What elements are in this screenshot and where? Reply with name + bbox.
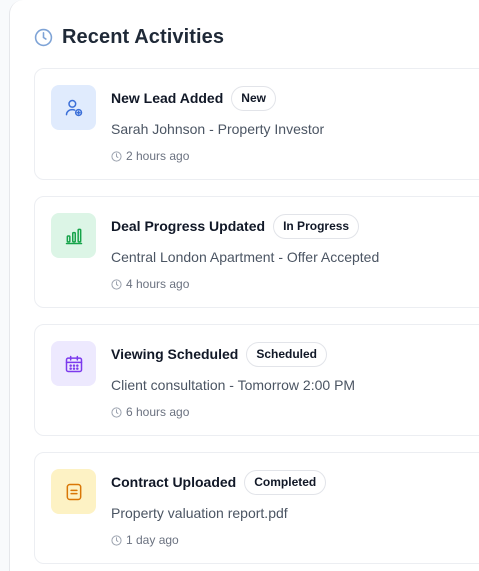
activity-icon-box (51, 213, 96, 258)
activity-description: Sarah Johnson - Property Investor (111, 121, 325, 137)
status-badge: Scheduled (246, 341, 328, 367)
bar-chart-icon (65, 228, 82, 244)
panel-header: Recent Activities (34, 26, 224, 49)
activity-card-new-lead[interactable]: New Lead Added New Sarah Johnson - Prope… (34, 68, 479, 180)
activity-title-row: New Lead Added New (111, 85, 276, 111)
status-badge: New (231, 85, 276, 111)
user-add-icon (65, 99, 82, 116)
status-badge: Completed (244, 469, 327, 495)
activity-card-contract-uploaded[interactable]: Contract Uploaded Completed Property val… (34, 452, 479, 564)
activity-description: Client consultation - Tomorrow 2:00 PM (111, 377, 356, 393)
activity-icon-box (51, 85, 96, 130)
clock-icon (34, 28, 53, 47)
clock-icon (111, 278, 122, 290)
status-badge: In Progress (273, 213, 360, 239)
activity-time-text: 2 hours ago (126, 149, 190, 163)
activity-description: Property valuation report.pdf (111, 505, 288, 521)
activity-title-row: Contract Uploaded Completed (111, 469, 327, 495)
activity-time: 2 hours ago (111, 149, 189, 163)
clock-icon (111, 406, 122, 418)
activity-time: 4 hours ago (111, 277, 189, 291)
calendar-icon (65, 355, 82, 372)
activity-card-deal-progress[interactable]: Deal Progress Updated In Progress Centra… (34, 196, 479, 308)
activity-icon-box (51, 341, 96, 386)
activity-time-text: 1 day ago (126, 533, 179, 547)
panel-title: Recent Activities (62, 26, 225, 48)
clock-icon (111, 534, 122, 546)
activity-icon-box (51, 469, 96, 514)
activity-title: Deal Progress Updated (111, 218, 266, 234)
activity-title-row: Deal Progress Updated In Progress (111, 213, 360, 239)
activity-card-viewing-scheduled[interactable]: Viewing Scheduled Scheduled Client consu… (34, 324, 479, 436)
document-icon (66, 483, 81, 500)
activity-time: 6 hours ago (111, 405, 189, 419)
activity-time-text: 4 hours ago (126, 277, 190, 291)
clock-icon (111, 150, 122, 162)
activity-title: Contract Uploaded (111, 474, 237, 490)
activity-title: Viewing Scheduled (111, 346, 239, 362)
activity-time: 1 day ago (111, 533, 179, 547)
activity-description: Central London Apartment - Offer Accepte… (111, 249, 380, 265)
activity-time-text: 6 hours ago (126, 405, 190, 419)
activity-title-row: Viewing Scheduled Scheduled (111, 341, 328, 367)
activity-title: New Lead Added (111, 90, 224, 106)
recent-activities-panel: Recent Activities New Lead Added New Sar… (9, 0, 479, 571)
